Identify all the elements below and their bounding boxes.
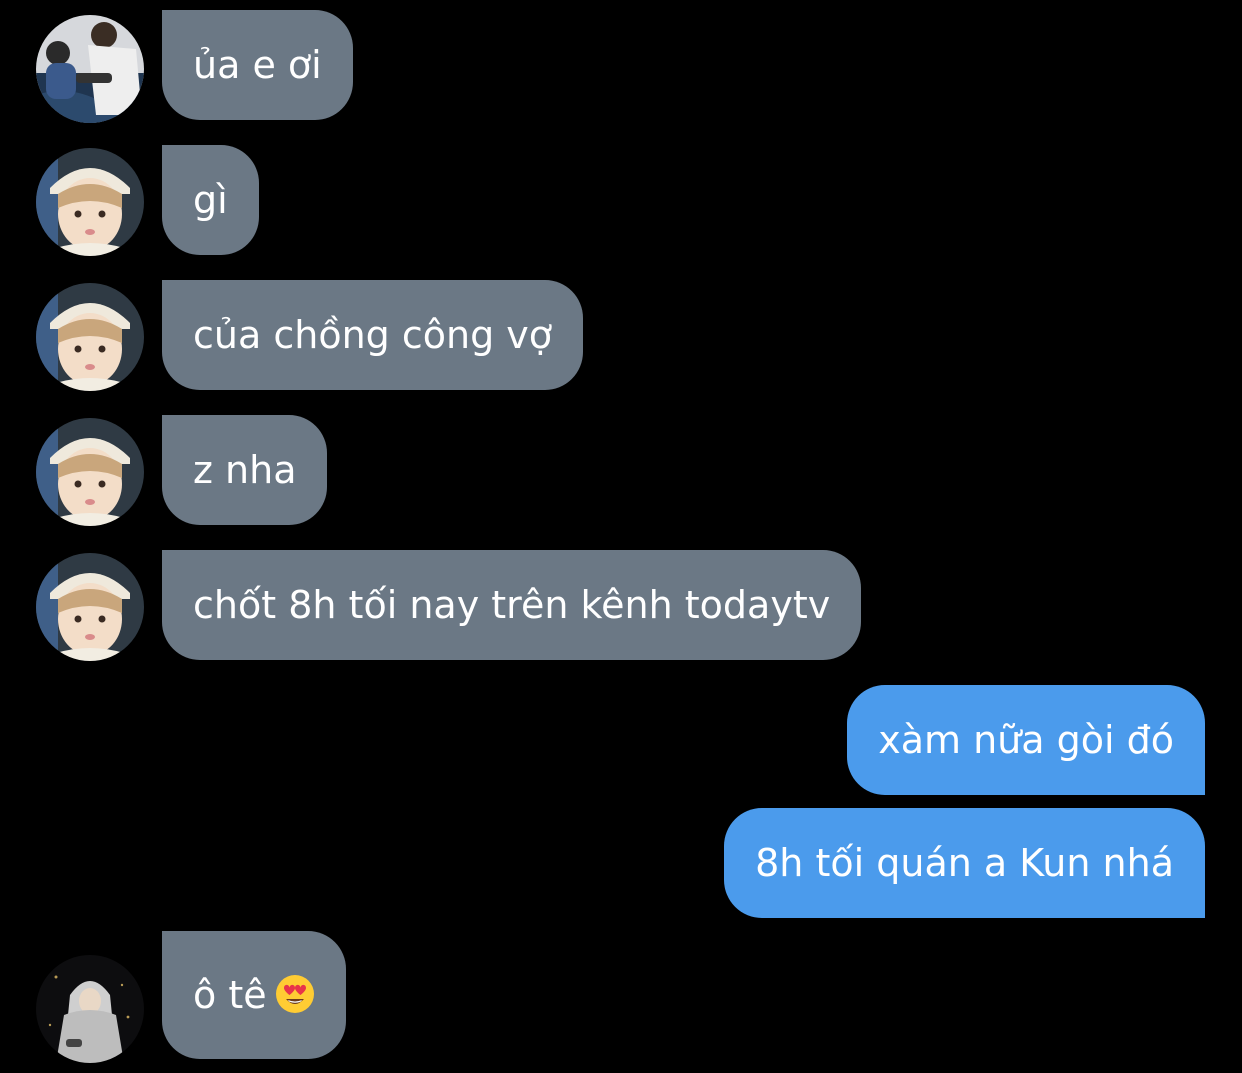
message-bubble-incoming[interactable]: gì xyxy=(162,145,259,255)
avatar[interactable] xyxy=(36,148,144,256)
message-bubble-incoming[interactable]: z nha xyxy=(162,415,328,525)
message-bubble-outgoing[interactable]: 8h tối quán a Kun nhá xyxy=(724,808,1205,918)
avatar-photo-hooded-figure xyxy=(36,955,144,1063)
message-text: z nha xyxy=(193,448,297,492)
avatar-photo-boy-hat xyxy=(36,148,144,256)
message-text: ô tê xyxy=(193,973,267,1017)
avatar-photo-two-people xyxy=(36,15,144,123)
avatar[interactable] xyxy=(36,553,144,661)
message-text: ủa e ơi xyxy=(193,43,322,87)
message-bubble-outgoing[interactable]: xàm nữa gòi đó xyxy=(847,685,1205,795)
avatar-photo-boy-hat xyxy=(36,418,144,526)
message-text: của chồng công vợ xyxy=(193,313,553,357)
avatar-photo-boy-hat xyxy=(36,283,144,391)
message-text: chốt 8h tối nay trên kênh todaytv xyxy=(193,583,831,627)
message-bubble-incoming[interactable]: của chồng công vợ xyxy=(162,280,584,390)
avatar[interactable] xyxy=(36,15,144,123)
message-text: xàm nữa gòi đó xyxy=(878,718,1174,762)
message-bubble-incoming[interactable]: chốt 8h tối nay trên kênh todaytv xyxy=(162,550,862,660)
heart-eyes-emoji-icon xyxy=(275,974,314,1013)
avatar[interactable] xyxy=(36,955,144,1063)
avatar[interactable] xyxy=(36,283,144,391)
message-text: gì xyxy=(193,178,228,222)
avatar-photo-boy-hat xyxy=(36,553,144,661)
avatar[interactable] xyxy=(36,418,144,526)
message-text: 8h tối quán a Kun nhá xyxy=(755,841,1174,885)
message-bubble-incoming[interactable]: ủa e ơi xyxy=(162,10,353,120)
message-bubble-incoming[interactable]: ô tê xyxy=(162,931,346,1059)
